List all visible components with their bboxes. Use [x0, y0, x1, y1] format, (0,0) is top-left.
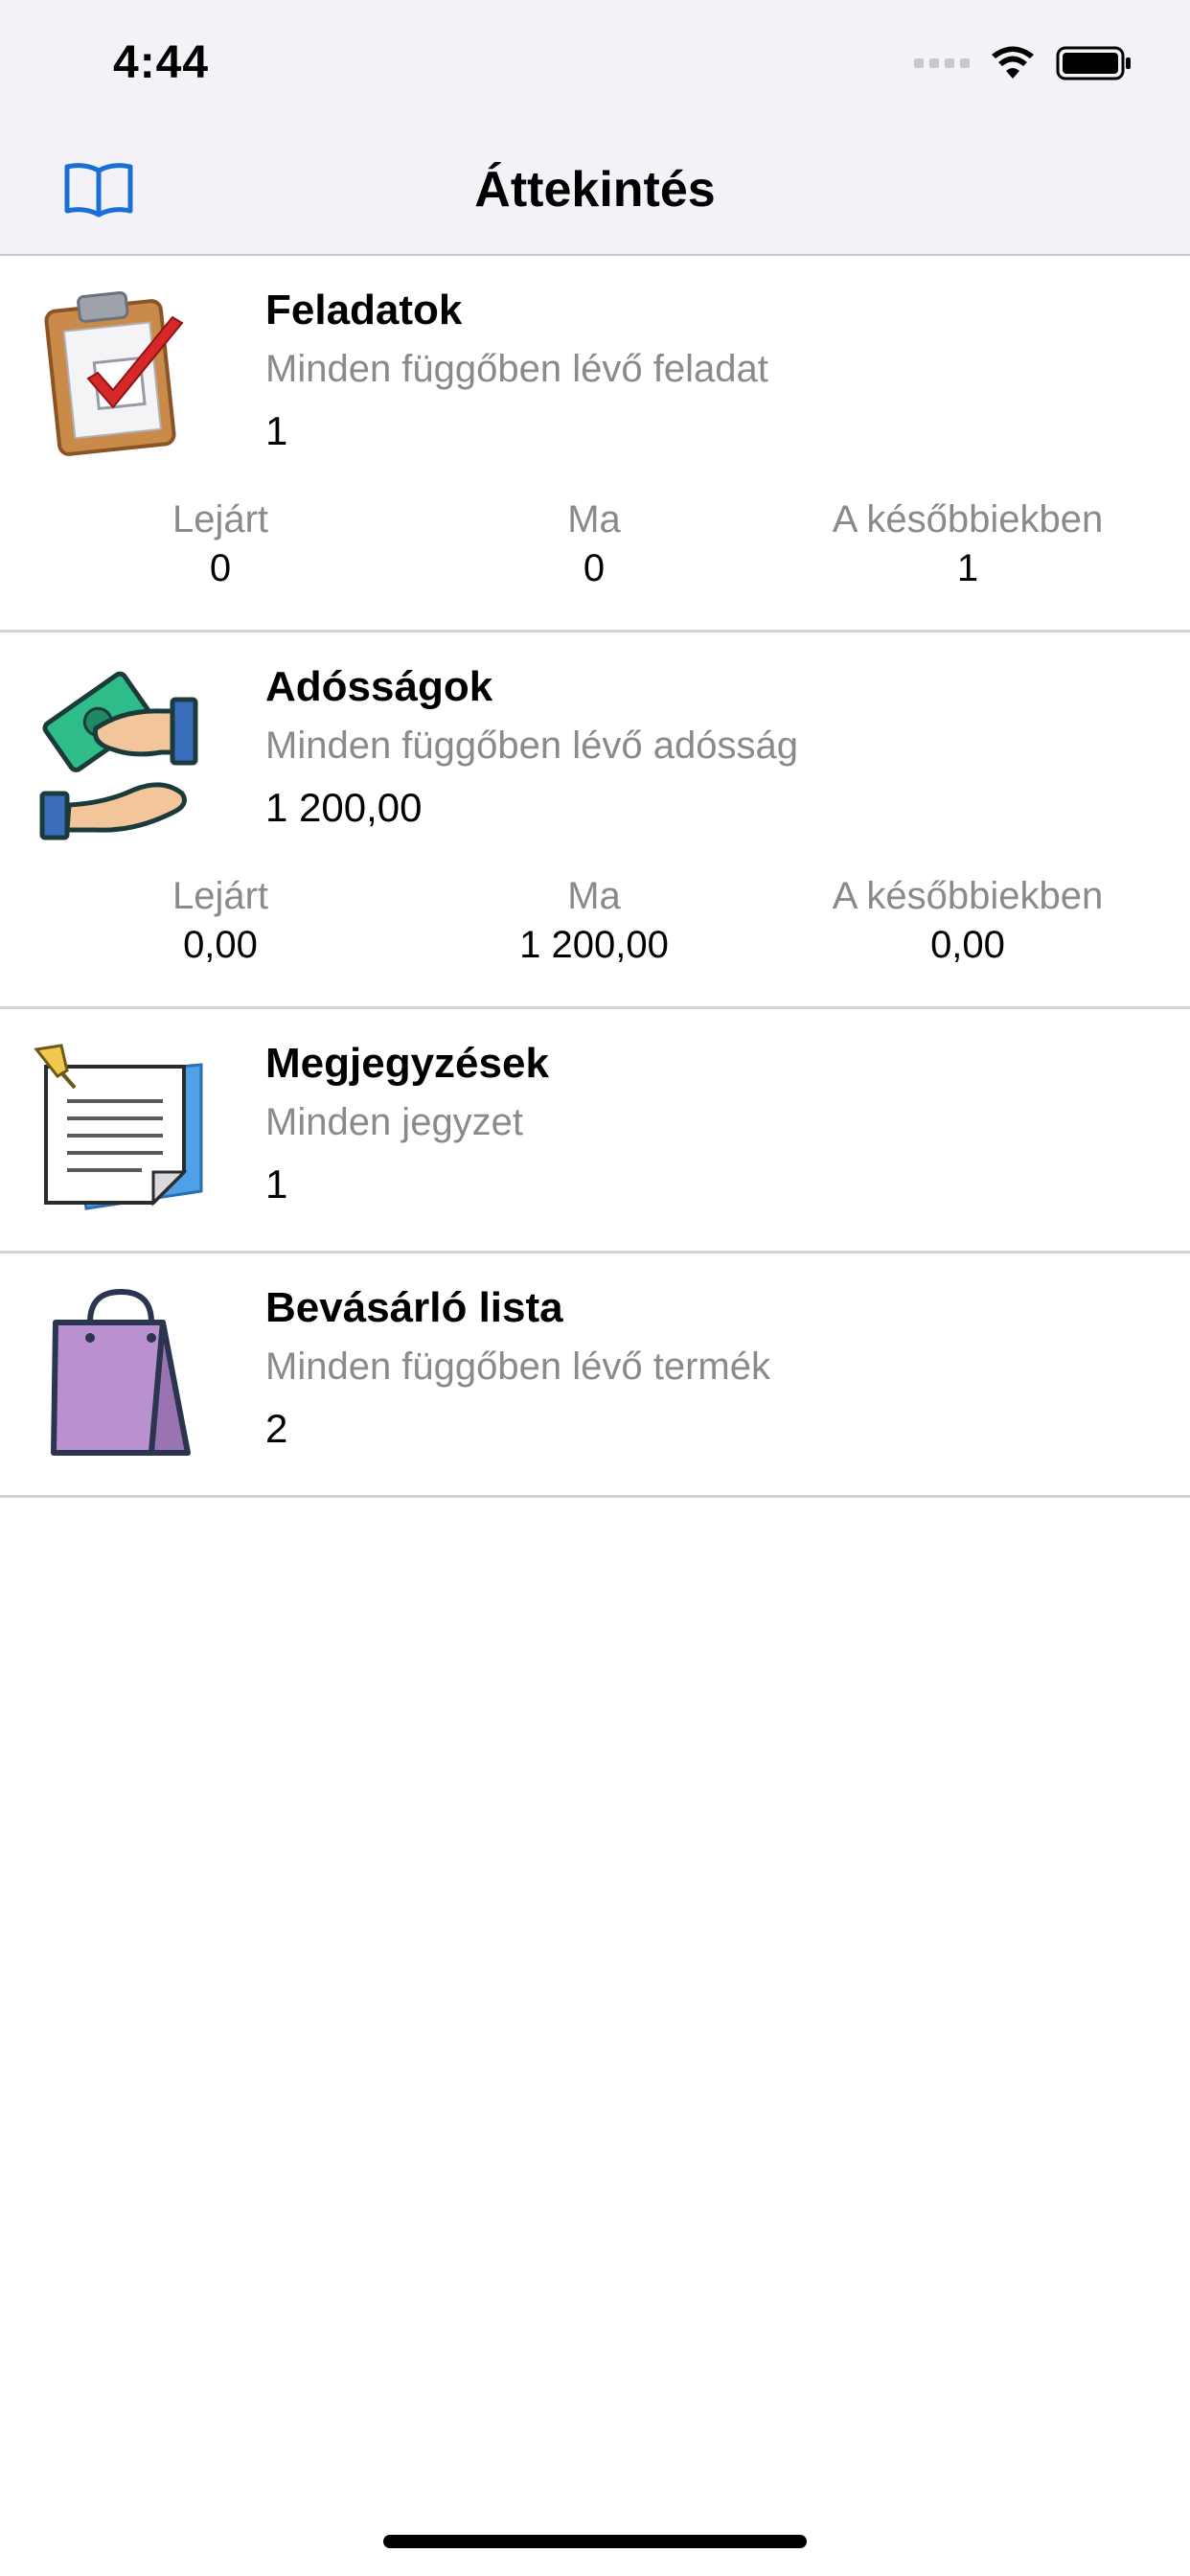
- list-item-notes[interactable]: Megjegyzések Minden jegyzet 1: [0, 1009, 1190, 1254]
- row-subtitle: Minden jegyzet: [265, 1101, 524, 1143]
- row-subtitle: Minden függőben lévő adósság: [265, 724, 798, 767]
- row-title: Adósságok: [265, 663, 493, 710]
- battery-icon: [1056, 46, 1131, 80]
- stats-group: Lejárt 0,00 Ma 1 200,00 A későbbiekben 0…: [0, 872, 1190, 978]
- stat-label: Lejárt: [172, 498, 269, 540]
- stat-label: Ma: [567, 498, 621, 540]
- stat-label: A későbbiekben: [832, 498, 1104, 540]
- page-title: Áttekintés: [474, 162, 716, 218]
- row-subtitle: Minden függőben lévő feladat: [265, 348, 768, 390]
- row-amount: 1 200,00: [265, 785, 423, 830]
- stat-value: 0,00: [930, 924, 1005, 966]
- shopping-bag-icon: [51, 1288, 191, 1456]
- home-indicator[interactable]: [383, 2535, 807, 2548]
- row-count: 2: [265, 1406, 288, 1451]
- note-pin-icon: [34, 1044, 203, 1210]
- stat-overdue: Lejárt 0,00: [38, 872, 402, 970]
- stat-overdue: Lejárt 0: [38, 495, 402, 593]
- list-item-shopping-list[interactable]: Bevásárló lista Minden függőben lévő ter…: [0, 1254, 1190, 1498]
- stat-today: Ma 0: [412, 495, 776, 593]
- stat-label: Ma: [567, 875, 621, 917]
- stat-later: A későbbiekben 1: [786, 495, 1150, 593]
- row-count: 1: [265, 408, 288, 453]
- stat-label: A későbbiekben: [832, 875, 1104, 917]
- top-bar: 4:44 Áttekintés: [0, 0, 1190, 256]
- row-count: 1: [265, 1162, 288, 1207]
- overview-screen: 4:44 Áttekintés Feladatok Minden függőbe…: [0, 0, 1190, 2576]
- stats-group: Lejárt 0 Ma 0 A későbbiekben 1: [0, 495, 1190, 601]
- stat-value: 1 200,00: [519, 924, 669, 966]
- wifi-icon: [992, 46, 1034, 79]
- row-title: Megjegyzések: [265, 1040, 549, 1087]
- status-time: 4:44: [113, 37, 210, 88]
- status-icons: [914, 42, 1133, 84]
- clipboard-check-icon: [44, 290, 184, 456]
- stat-later: A későbbiekben 0,00: [786, 872, 1150, 970]
- row-title: Feladatok: [265, 287, 463, 334]
- list-item-tasks[interactable]: Feladatok Minden függőben lévő feladat 1…: [0, 256, 1190, 632]
- stat-value: 0: [209, 547, 232, 589]
- list-item-debts[interactable]: Adósságok Minden függőben lévő adósság 1…: [0, 632, 1190, 1009]
- stat-value: 0: [583, 547, 606, 589]
- stat-value: 1: [956, 547, 979, 589]
- overview-list: Feladatok Minden függőben lévő feladat 1…: [0, 256, 1190, 1498]
- stat-label: Lejárt: [172, 875, 269, 917]
- row-title: Bevásárló lista: [265, 1284, 563, 1331]
- row-subtitle: Minden függőben lévő termék: [265, 1346, 770, 1388]
- stat-today: Ma 1 200,00: [412, 872, 776, 970]
- stat-value: 0,00: [183, 924, 258, 966]
- money-hands-icon: [39, 671, 198, 840]
- signal-icon: [914, 58, 970, 68]
